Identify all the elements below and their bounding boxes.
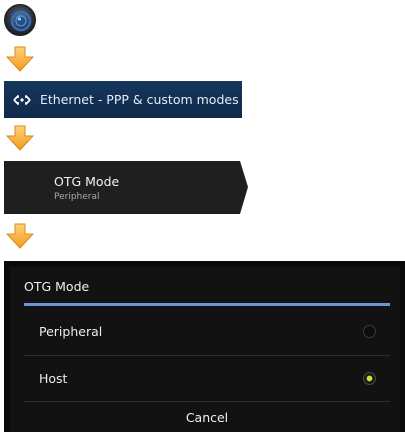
gear-icon [10,10,32,32]
cancel-button[interactable]: Cancel [24,403,390,432]
otg-mode-title: OTG Mode [54,174,120,189]
otg-mode-value: Peripheral [54,192,100,202]
down-arrow-icon [6,125,34,151]
radio-selected-icon[interactable] [363,372,376,385]
option-label: Host [39,371,68,386]
settings-app-icon[interactable] [4,4,36,36]
title-divider [24,303,390,306]
option-peripheral[interactable]: Peripheral [24,309,390,355]
ethernet-icon [13,94,31,105]
down-arrow-icon [6,223,34,249]
option-label: Peripheral [39,324,103,339]
dialog-title: OTG Mode [24,279,90,294]
ethernet-label: Ethernet - PPP & custom modes [40,92,239,107]
ethernet-menu-item[interactable]: Ethernet - PPP & custom modes [4,81,242,118]
radio-unselected-icon[interactable] [363,325,376,338]
down-arrow-icon [6,46,34,72]
otg-mode-setting[interactable]: OTG Mode Peripheral [4,161,248,214]
option-host[interactable]: Host [24,356,390,402]
otg-mode-dialog: OTG Mode Peripheral Host Cancel [4,261,405,432]
option-divider [24,401,390,402]
